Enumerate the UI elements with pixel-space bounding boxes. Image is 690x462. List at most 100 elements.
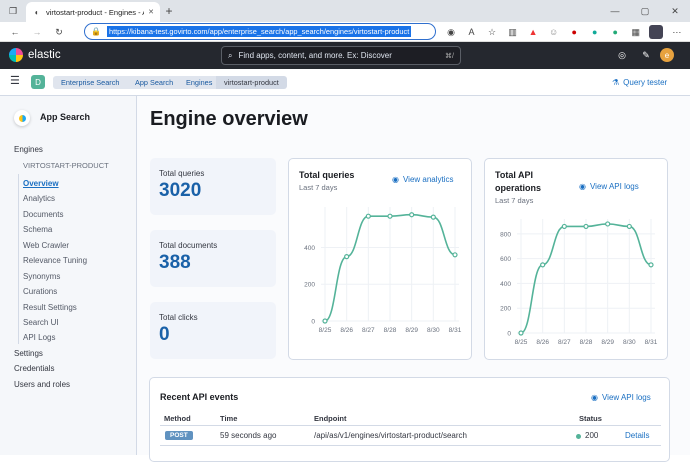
y-tick-label: 0	[311, 319, 315, 326]
kibana-header: elastic ⌕ Find apps, content, and more. …	[0, 42, 690, 69]
url-text[interactable]: https://kibana-test.govirto.com/app/ente…	[106, 26, 412, 37]
column-header-method[interactable]: Method	[164, 414, 191, 423]
sidebar-item-users-and-roles[interactable]: Users and roles	[14, 380, 70, 389]
minimize-icon[interactable]: ―	[608, 4, 622, 18]
card-subtitle: Last 7 days	[299, 183, 338, 192]
sidebar-item-search-ui[interactable]: Search UI	[23, 318, 59, 327]
breadcrumb-enterprise-search[interactable]: Enterprise Search	[53, 76, 128, 89]
sidebar-item-web-crawler[interactable]: Web Crawler	[23, 241, 69, 250]
collections-icon[interactable]: ▦	[629, 25, 643, 39]
camera-icon[interactable]: ◉	[444, 25, 458, 39]
extension-icon[interactable]: ☺	[547, 25, 561, 39]
back-icon[interactable]: ←	[8, 25, 22, 39]
sync-icon[interactable]: ●	[608, 25, 622, 39]
x-tick-label: 8/30	[623, 339, 636, 346]
query-tester-link[interactable]: ⚗ Query tester	[612, 78, 667, 87]
more-icon[interactable]: ⋯	[670, 25, 684, 39]
query-tester-label: Query tester	[623, 78, 668, 87]
card-title-line1: Total API	[495, 170, 533, 180]
sidebar-item-result-settings[interactable]: Result Settings	[23, 303, 77, 312]
sidebar-item-engines[interactable]: Engines	[14, 145, 43, 154]
sidebar-title: App Search	[40, 112, 91, 122]
breadcrumb-engines[interactable]: Engines	[178, 76, 221, 89]
total-queries-chart: 0 200 400 8/25 8/26 8/27 8/28 8/29 8/30 8/31	[304, 207, 462, 334]
stat-total-documents: Total documents 388	[150, 230, 276, 287]
sidebar-item-schema[interactable]: Schema	[23, 225, 52, 234]
breadcrumb-current-engine: virtostart-product	[216, 76, 287, 89]
sidebar-divider	[18, 174, 19, 344]
browser-tab-bar: ❐ ◐ virtostart-product - Engines - App S…	[0, 0, 690, 22]
stat-label: Total documents	[159, 241, 218, 250]
view-api-logs-link[interactable]: ◉ View API logs	[579, 182, 639, 191]
opera-icon[interactable]: ●	[567, 25, 581, 39]
read-aloud-icon[interactable]: A	[465, 25, 479, 39]
avatar[interactable]	[649, 25, 664, 39]
sidebar-item-api-logs[interactable]: API Logs	[23, 333, 55, 342]
sidebar-item-synonyms[interactable]: Synonyms	[23, 272, 60, 281]
sidebar-item-analytics[interactable]: Analytics	[23, 194, 55, 203]
x-tick-label: 8/31	[645, 339, 658, 346]
x-tick-label: 8/27	[558, 339, 571, 346]
details-link[interactable]: Details	[625, 431, 649, 440]
y-tick-label: 0	[507, 331, 511, 338]
x-tick-label: 8/28	[384, 327, 397, 334]
address-bar[interactable]: 🔒 https://kibana-test.govirto.com/app/en…	[84, 23, 436, 40]
y-tick-label: 400	[500, 281, 511, 288]
sidebar-item-relevance-tuning[interactable]: Relevance Tuning	[23, 256, 87, 265]
view-analytics-label: View analytics	[402, 175, 454, 184]
sidebar-item-credentials[interactable]: Credentials	[14, 364, 54, 373]
sidebar-item-documents[interactable]: Documents	[23, 210, 63, 219]
card-subtitle: Last 7 days	[495, 196, 534, 205]
grammarly-icon[interactable]: ●	[588, 25, 602, 39]
help-icon[interactable]: ◎	[615, 48, 629, 62]
sidebar-item-overview[interactable]: Overview	[23, 179, 59, 188]
elastic-logo[interactable]: elastic	[9, 48, 61, 62]
close-tab-icon[interactable]: ✕	[148, 8, 154, 16]
tab-title: virtostart-product - Engines - App Searc…	[46, 7, 144, 17]
stat-label: Total clicks	[159, 313, 198, 322]
y-tick-label: 200	[304, 282, 315, 289]
new-tab-button[interactable]: +	[162, 4, 176, 18]
data-point	[430, 214, 436, 220]
user-avatar[interactable]: e	[660, 48, 674, 62]
y-tick-label: 400	[304, 245, 315, 252]
view-analytics-link[interactable]: ◉ View analytics	[392, 175, 454, 184]
x-tick-label: 8/31	[449, 327, 462, 334]
news-icon[interactable]: ✎	[639, 48, 653, 62]
split-icon[interactable]: ▥	[506, 25, 520, 39]
recent-api-events-card: Recent API events ◉ View API logs Method…	[149, 377, 670, 462]
extensions-bar: ◉ A ☆ ▥ ▲ ☺ ● ● ● ▦ ⋯	[444, 25, 684, 39]
events-view-api-logs-link[interactable]: ◉ View API logs	[591, 393, 651, 402]
global-search-input[interactable]: ⌕ Find apps, content, and more. Ex: Disc…	[221, 46, 461, 65]
tab-actions-icon[interactable]: ❐	[6, 4, 20, 18]
data-point	[605, 221, 611, 227]
data-point	[626, 223, 632, 230]
column-header-time[interactable]: Time	[220, 414, 237, 423]
column-header-endpoint[interactable]: Endpoint	[314, 414, 347, 423]
maximize-icon[interactable]: ▢	[638, 4, 652, 18]
breadcrumb-app-search[interactable]: App Search	[127, 76, 182, 89]
card-title: Total queries	[299, 170, 355, 180]
adobe-icon[interactable]: ▲	[526, 25, 540, 39]
events-title: Recent API events	[160, 392, 239, 402]
lock-icon: 🔒	[91, 27, 101, 36]
sidebar-item-curations[interactable]: Curations	[23, 287, 57, 296]
sidebar-item-settings[interactable]: Settings	[14, 349, 43, 358]
browser-tab[interactable]: ◐ virtostart-product - Engines - App Sea…	[26, 2, 160, 22]
reload-icon[interactable]: ↻	[52, 25, 66, 39]
close-window-icon[interactable]: ✕	[668, 4, 682, 18]
favorite-icon[interactable]: ☆	[485, 25, 499, 39]
space-avatar[interactable]: D	[31, 75, 45, 89]
method-badge: POST	[165, 431, 193, 440]
menu-icon[interactable]: ☰	[10, 76, 20, 87]
data-point	[583, 223, 589, 230]
total-queries-card: Total queries Last 7 days ◉ View analyti…	[288, 158, 472, 360]
x-tick-label: 8/28	[580, 339, 593, 346]
breadcrumb-bar: ☰ D Enterprise Search App Search Engines…	[0, 69, 690, 96]
forward-icon[interactable]: →	[30, 25, 44, 39]
column-header-status[interactable]: Status	[579, 414, 602, 423]
x-tick-label: 8/26	[536, 339, 549, 346]
search-placeholder: Find apps, content, and more. Ex: Discov…	[238, 51, 392, 60]
table-row[interactable]: POST 59 seconds ago /api/as/v1/engines/v…	[160, 426, 661, 446]
window-controls: ― ▢ ✕	[600, 0, 690, 22]
